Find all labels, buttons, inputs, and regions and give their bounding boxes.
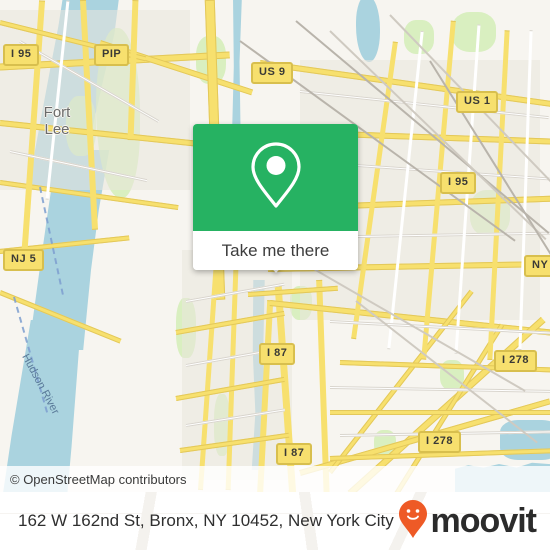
moovit-wordmark: moovit [430,502,537,540]
moovit-pin-smiley-icon [398,499,428,544]
attribution-text[interactable]: © OpenStreetMap contributors [10,472,187,487]
highway-shield-i87-s[interactable]: I 87 [276,443,313,465]
highway-shield-i95-nj[interactable]: I 95 [3,44,40,66]
highway-shield-i95-ny[interactable]: I 95 [440,172,477,194]
highway-shield-us9[interactable]: US 9 [251,62,294,84]
place-label-fort-lee: Fort Lee [43,104,71,138]
address-text: 162 W 162nd St, Bronx, NY 10452, New Yor… [18,511,394,530]
water-lake-north [356,0,380,62]
highway-shield-i87-n[interactable]: I 87 [259,343,296,365]
footer-bar: 162 W 162nd St, Bronx, NY 10452, New Yor… [0,492,550,550]
marker-card-header [193,124,358,231]
moovit-logo[interactable]: moovit [398,499,537,544]
map-pin-icon [248,139,304,216]
moovit-map-screenshot: I 95 PIP US 9 US 1 I 95 NJ 5 NY I 87 I 2… [0,0,550,550]
highway-shield-pip[interactable]: PIP [94,44,130,66]
highway-shield-ny[interactable]: NY [524,255,550,277]
road-bronx-se-2[interactable] [330,410,550,415]
park-bronx-central [452,12,496,52]
marker-card-body[interactable]: Take me there [193,231,358,270]
marker-popup-card[interactable]: Take me there [193,124,358,270]
highway-shield-us1[interactable]: US 1 [456,91,499,113]
take-me-there-button[interactable]: Take me there [222,241,330,261]
map-canvas[interactable]: I 95 PIP US 9 US 1 I 95 NJ 5 NY I 87 I 2… [0,0,550,492]
map-attribution-bar: © OpenStreetMap contributors [0,466,550,492]
highway-shield-i278-e[interactable]: I 278 [494,350,537,372]
highway-shield-i278-s[interactable]: I 278 [418,431,461,453]
highway-shield-nj5[interactable]: NJ 5 [3,249,45,271]
